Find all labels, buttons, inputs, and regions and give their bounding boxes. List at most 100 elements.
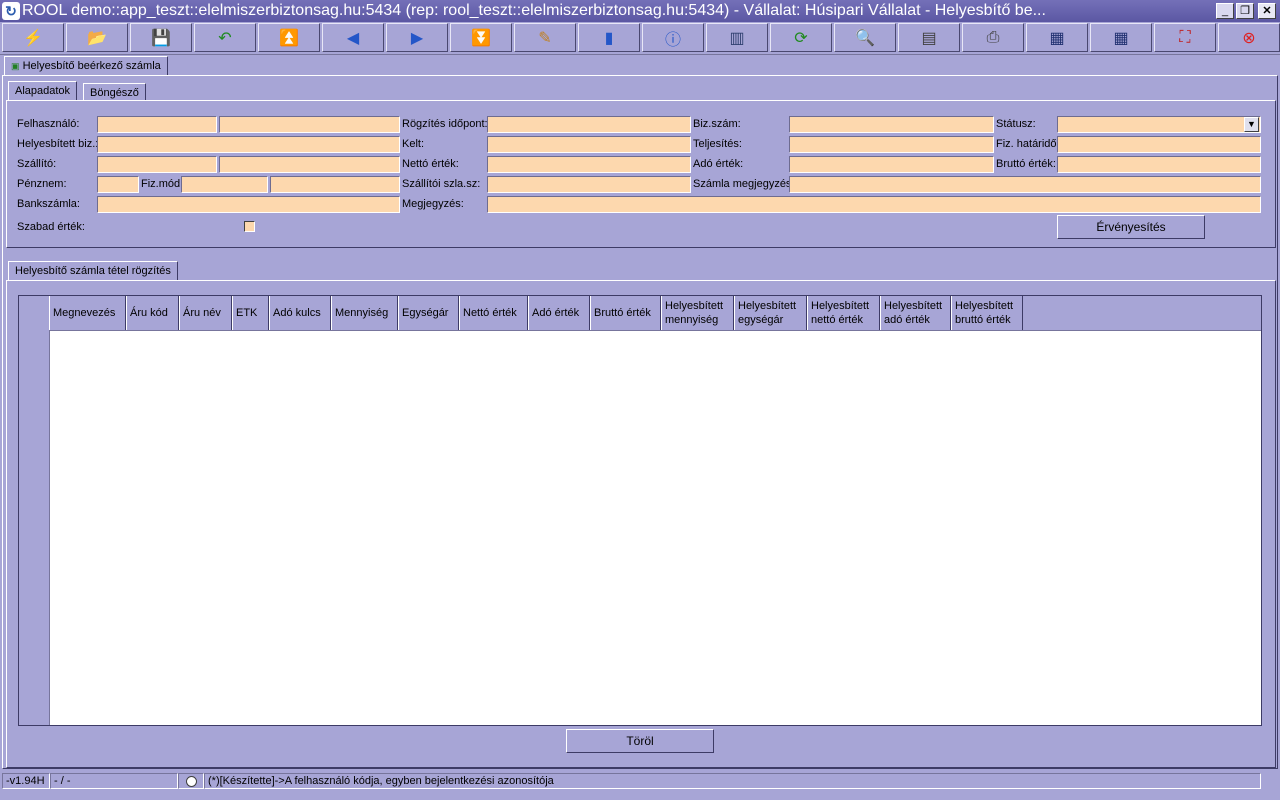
version-label: -v1.94H [2,773,50,789]
szamla-megjegyzes-field[interactable] [789,176,1261,193]
teljesites-field[interactable] [789,136,994,153]
tab-alapadatok[interactable]: Alapadatok [8,81,78,101]
biz-szam-field[interactable] [789,116,994,133]
fiz-mod-code-field[interactable] [181,176,268,193]
col-etk[interactable]: ETK [232,296,269,330]
felhasznalo-name-field[interactable] [219,116,400,133]
tab-tetel-rogzites[interactable]: Helyesbítő számla tétel rögzítés [8,261,178,281]
edit-icon[interactable]: ✎ [514,23,576,52]
column-header-bar: Megnevezés Áru kód Áru név ETK Adó kulcs… [49,296,1261,331]
col-brutto-ertek[interactable]: Bruttó érték [590,296,661,330]
col-helyesbitett-mennyiseg[interactable]: Helyesbített mennyiség [661,296,734,330]
info-icon[interactable]: ⓘ [642,23,704,52]
refresh-icon[interactable]: ⟳ [770,23,832,52]
ado-ertek-label: Adó érték: [693,158,744,170]
rogzites-idopont-label: Rögzítés időpont: [402,118,488,130]
szallitoi-szla-sz-label: Szállítói szla.sz: [402,178,481,190]
col-ado-kulcs[interactable]: Adó kulcs [269,296,331,330]
chevron-down-icon[interactable]: ▼ [1244,117,1259,132]
window-title: ROOL demo::app_teszt::elelmiszerbiztonsa… [22,2,1046,19]
bankszamla-label: Bankszámla: [17,198,80,210]
minimize-button[interactable]: _ [1216,3,1234,19]
col-netto-ertek[interactable]: Nettó érték [459,296,528,330]
col-egysegar[interactable]: Egységár [398,296,459,330]
netto-ertek-label: Nettó érték: [402,158,459,170]
database-icon[interactable]: ▮ [578,23,640,52]
felhasznalo-code-field[interactable] [97,116,217,133]
helyesbitett-biz-label: Helyesbített biz.: [17,138,99,150]
biz-szam-label: Biz.szám: [693,118,741,130]
kelt-field[interactable] [487,136,691,153]
fiz-mod-name-field[interactable] [270,176,400,193]
ado-ertek-field[interactable] [789,156,994,173]
print-icon[interactable]: ⎙ [962,23,1024,52]
ervenyesites-button[interactable]: Érvényesítés [1057,215,1205,239]
first-record-icon[interactable]: ⏫ [258,23,320,52]
items-grid[interactable]: Megnevezés Áru kód Áru név ETK Adó kulcs… [18,295,1262,726]
save-icon[interactable]: 💾 [130,23,192,52]
record-indicator: - / - [50,773,178,789]
col-helyesbitett-ado-ertek[interactable]: Helyesbített adó érték [880,296,951,330]
megjegyzes-label: Megjegyzés: [402,198,464,210]
toolbar: ⚡ 📂 💾 ↶ ⏫ ◀ ▶ ⏬ ✎ ▮ ⓘ ▥ ⟳ 🔍 ▤ ⎙ ▦ ▦ ⛶ ⊗ [0,22,1280,55]
megjegyzes-field[interactable] [487,196,1261,213]
szamla-megjegyzes-label: Számla megjegyzés: [693,178,795,190]
torol-button[interactable]: Töröl [566,729,714,753]
col-mennyiseg[interactable]: Mennyiség [331,296,398,330]
col-megnevezes[interactable]: Megnevezés [49,296,126,330]
grid-export-icon[interactable]: ▦ [1026,23,1088,52]
col-helyesbitett-brutto-ertek[interactable]: Helyesbített bruttó érték [951,296,1023,330]
undo-icon[interactable]: ↶ [194,23,256,52]
table-icon[interactable]: ▤ [898,23,960,52]
prev-record-icon[interactable]: ◀ [322,23,384,52]
kelt-label: Kelt: [402,138,425,150]
teljesites-label: Teljesítés: [693,138,742,150]
document-tab[interactable]: ▣ Helyesbítő beérkező számla [4,56,168,76]
penznem-label: Pénznem: [17,178,67,190]
fullscreen-icon[interactable]: ⛶ [1154,23,1216,52]
col-helyesbitett-egysegar[interactable]: Helyesbített egységár [734,296,807,330]
szabad-ertek-label: Szabad érték: [17,221,85,233]
grid-import-icon[interactable]: ▦ [1090,23,1152,52]
fiz-hatarido-label: Fiz. határidő: [996,138,1060,150]
fiz-hatarido-field[interactable] [1057,136,1261,153]
tab-bongeszo[interactable]: Böngésző [83,83,146,101]
szallitoi-szla-sz-field[interactable] [487,176,691,193]
szallito-label: Szállító: [17,158,57,170]
brutto-ertek-field[interactable] [1057,156,1261,173]
lightning-icon[interactable]: ⚡ [2,23,64,52]
app-icon[interactable]: ↻ [2,2,20,20]
status-radio[interactable] [178,773,204,789]
col-aru-kod[interactable]: Áru kód [126,296,179,330]
statusz-label: Státusz: [996,118,1036,130]
status-message: (*)[Készítette]->A felhasználó kódja, eg… [204,773,1261,789]
penznem-field[interactable] [97,176,139,193]
exit-icon[interactable]: ⊗ [1218,23,1280,52]
felhasznalo-label: Felhasználó: [17,118,80,130]
title-bar: ↻ ROOL demo::app_teszt::elelmiszerbizton… [0,0,1280,22]
netto-ertek-field[interactable] [487,156,691,173]
search-icon[interactable]: 🔍 [834,23,896,52]
status-bar: -v1.94H - / - (*)[Készítette]->A felhasz… [0,771,1280,790]
radio-icon [185,776,197,787]
close-window-button[interactable]: ✕ [1258,3,1276,19]
fiz-mod-label: Fiz.mód: [141,178,184,190]
columns-icon[interactable]: ▥ [706,23,768,52]
document-tab-label: Helyesbítő beérkező számla [22,60,161,72]
col-helyesbitett-netto-ertek[interactable]: Helyesbített nettó érték [807,296,880,330]
szallito-code-field[interactable] [97,156,217,173]
open-folder-icon[interactable]: 📂 [66,23,128,52]
document-icon: ▣ [11,61,20,71]
statusz-select[interactable] [1057,116,1261,133]
helyesbitett-biz-field[interactable] [97,136,400,153]
bankszamla-field[interactable] [97,196,400,213]
brutto-ertek-label: Bruttó érték: [996,158,1056,170]
col-aru-nev[interactable]: Áru név [179,296,232,330]
last-record-icon[interactable]: ⏬ [450,23,512,52]
col-ado-ertek[interactable]: Adó érték [528,296,590,330]
szallito-name-field[interactable] [219,156,400,173]
rogzites-idopont-field[interactable] [487,116,691,133]
next-record-icon[interactable]: ▶ [386,23,448,52]
szabad-ertek-checkbox[interactable] [244,221,255,232]
restore-button[interactable]: ❐ [1236,3,1254,19]
